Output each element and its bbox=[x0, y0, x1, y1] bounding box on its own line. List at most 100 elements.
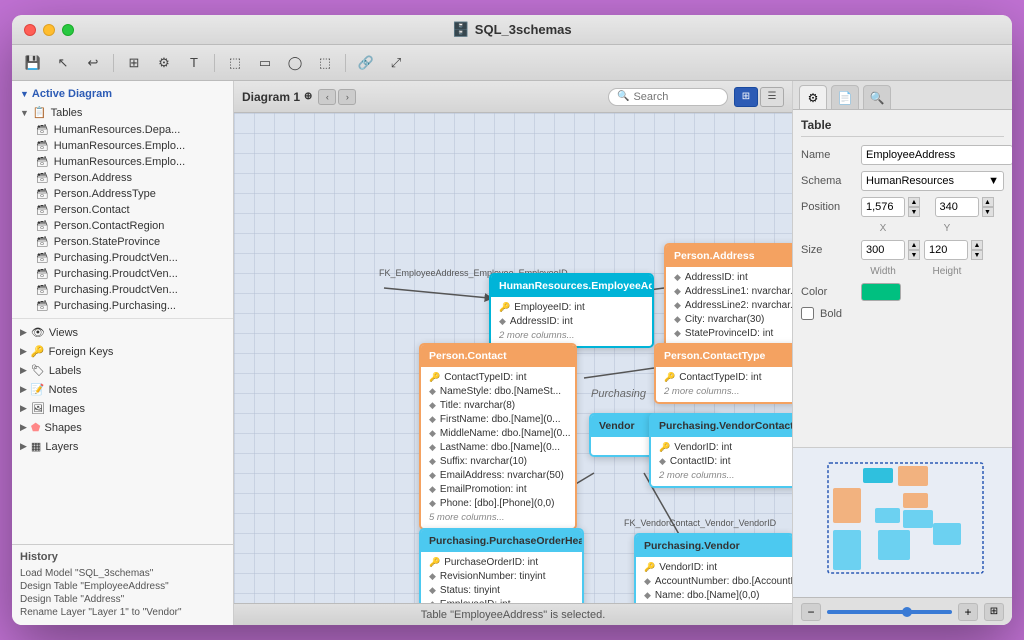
cursor-button[interactable]: ↖ bbox=[50, 51, 76, 75]
sidebar-item-purch-4[interactable]: 🗃 Purchasing.Purchasing... bbox=[12, 298, 233, 314]
table-purchase-order-header[interactable]: Purchasing.PurchaseOrderHeader 🔑Purchase… bbox=[419, 528, 584, 603]
size-sublabels: Width Height bbox=[801, 266, 1004, 277]
shape-button-1[interactable]: ⬚ bbox=[222, 51, 248, 75]
right-tab-properties[interactable]: ⚙ bbox=[799, 85, 827, 109]
table-button[interactable]: ⊞ bbox=[121, 51, 147, 75]
shape-button-3[interactable]: ◯ bbox=[282, 51, 308, 75]
size-h-up-icon[interactable]: ▲ bbox=[971, 240, 983, 250]
link-button[interactable]: 🔗 bbox=[353, 51, 379, 75]
close-button[interactable] bbox=[24, 24, 36, 36]
sidebar-item-person-address[interactable]: 🗃 Person.Address bbox=[12, 170, 233, 186]
views-arrow-icon: ▶ bbox=[20, 327, 27, 338]
prop-label-size: Size bbox=[801, 244, 857, 256]
pos-y-down-icon[interactable]: ▼ bbox=[982, 207, 994, 217]
search-input[interactable] bbox=[633, 91, 723, 103]
right-tab-3[interactable]: 🔍 bbox=[863, 85, 891, 109]
sidebar-labels-group[interactable]: ▶ 🏷 Labels bbox=[12, 361, 233, 380]
bold-checkbox[interactable] bbox=[801, 307, 814, 320]
title-icon: 🗄️ bbox=[452, 21, 469, 38]
sidebar-layers-group[interactable]: ▶ ▦ Layers bbox=[12, 437, 233, 456]
sidebar-item-purch-1[interactable]: 🗃 Purchasing.ProudctVen... bbox=[12, 250, 233, 266]
table-header-person-contacttype: Person.ContactType bbox=[656, 345, 792, 367]
pos-y-stepper[interactable]: ▲ ▼ bbox=[982, 197, 994, 217]
table-row: ◆LastName: dbo.[Name](0... bbox=[421, 440, 575, 454]
table-vendor-contact[interactable]: Purchasing.VendorContact 🔑VendorID: int … bbox=[649, 413, 792, 488]
size-w-up-icon[interactable]: ▲ bbox=[908, 240, 920, 250]
sidebar-item-hr-empl-2[interactable]: 🗃 HumanResources.Emplo... bbox=[12, 154, 233, 170]
sidebar-item-person-stateprovince[interactable]: 🗃 Person.StateProvince bbox=[12, 234, 233, 250]
table-body-purchase-order-header: 🔑PurchaseOrderID: int ◆RevisionNumber: t… bbox=[421, 552, 582, 603]
pos-y-input[interactable] bbox=[935, 197, 979, 217]
table-icon: 🗃 bbox=[36, 173, 49, 184]
diamond-icon: ◆ bbox=[429, 456, 436, 467]
sidebar-shapes-group[interactable]: ▶ ⬟ Shapes bbox=[12, 418, 233, 437]
table-person-contacttype[interactable]: Person.ContactType 🔑ContactTypeID: int 2… bbox=[654, 343, 792, 404]
table-row: ◆ContactID: int bbox=[651, 454, 792, 468]
sidebar-item-purch-2[interactable]: 🗃 Purchasing.ProudctVen... bbox=[12, 266, 233, 282]
pos-y-up-icon[interactable]: ▲ bbox=[982, 197, 994, 207]
table-employee-address[interactable]: HumanResources.EmployeeAddress 🔑Employee… bbox=[489, 273, 654, 348]
size-height-stepper[interactable]: ▲ ▼ bbox=[971, 240, 983, 260]
sidebar-item-purch-3[interactable]: 🗃 Purchasing.ProudctVen... bbox=[12, 282, 233, 298]
zoom-slider[interactable] bbox=[827, 610, 952, 614]
maximize-button[interactable] bbox=[62, 24, 74, 36]
key-icon: 🔑 bbox=[429, 557, 440, 568]
table-purchasing-vendor[interactable]: Purchasing.Vendor 🔑VendorID: int ◆Accoun… bbox=[634, 533, 792, 603]
views-label: Views bbox=[49, 327, 78, 339]
minimize-button[interactable] bbox=[43, 24, 55, 36]
shape-button-4[interactable]: ⬚ bbox=[312, 51, 338, 75]
table-person-contact[interactable]: Person.Contact 🔑ContactTypeID: int ◆Name… bbox=[419, 343, 577, 530]
right-tab-2[interactable]: 📄 bbox=[831, 85, 859, 109]
key-icon: 🔑 bbox=[499, 302, 510, 313]
text-button[interactable]: T bbox=[181, 51, 207, 75]
save-button[interactable]: 💾 bbox=[20, 51, 46, 75]
shape-button-2[interactable]: ▭ bbox=[252, 51, 278, 75]
sidebar-notes-group[interactable]: ▶ 📝 Notes bbox=[12, 380, 233, 399]
zoom-in-button[interactable]: + bbox=[958, 603, 978, 621]
grid-view-button[interactable]: ⊞ bbox=[734, 87, 758, 107]
table-row: 🔑EmployeeID: int bbox=[491, 300, 652, 314]
table-icon: 🗃 bbox=[36, 157, 49, 168]
list-view-button[interactable]: ☰ bbox=[760, 87, 784, 107]
zoom-out-button[interactable]: − bbox=[801, 603, 821, 621]
expand-button[interactable]: ⤢ bbox=[383, 51, 409, 75]
diamond-icon: ◆ bbox=[429, 400, 436, 411]
sidebar-item-hr-dept[interactable]: 🗃 HumanResources.Depa... bbox=[12, 122, 233, 138]
size-width-stepper[interactable]: ▲ ▼ bbox=[908, 240, 920, 260]
color-swatch[interactable] bbox=[861, 283, 901, 301]
undo-button[interactable]: ↩ bbox=[80, 51, 106, 75]
sidebar: ▼ Active Diagram ▼ 📋 Tables 🗃 HumanResou… bbox=[12, 81, 234, 625]
bold-label[interactable]: Bold bbox=[820, 308, 842, 320]
prop-input-name[interactable] bbox=[861, 145, 1012, 165]
sidebar-item-person-contactregion[interactable]: 🗃 Person.ContactRegion bbox=[12, 218, 233, 234]
sidebar-item-person-addresstype[interactable]: 🗃 Person.AddressType bbox=[12, 186, 233, 202]
key-icon: 🔑 bbox=[644, 562, 655, 573]
sidebar-content: ▼ Active Diagram ▼ 📋 Tables 🗃 HumanResou… bbox=[12, 81, 233, 544]
size-height-field: ▲ ▼ bbox=[924, 240, 983, 260]
sidebar-views-group[interactable]: ▶ 👁 Views bbox=[12, 323, 233, 342]
sidebar-tables-group[interactable]: ▼ 📋 Tables bbox=[12, 103, 233, 122]
zoom-slider-thumb[interactable] bbox=[902, 607, 912, 617]
sidebar-images-group[interactable]: ▶ 🖼 Images bbox=[12, 399, 233, 418]
pos-x-up-icon[interactable]: ▲ bbox=[908, 197, 920, 207]
prop-dropdown-schema[interactable]: HumanResources ▼ bbox=[861, 171, 1004, 191]
size-h-down-icon[interactable]: ▼ bbox=[971, 250, 983, 260]
sidebar-active-diagram[interactable]: ▼ Active Diagram bbox=[12, 85, 233, 103]
size-width-input[interactable] bbox=[861, 240, 905, 260]
sidebar-item-person-contact[interactable]: 🗃 Person.Contact bbox=[12, 202, 233, 218]
pos-x-down-icon[interactable]: ▼ bbox=[908, 207, 920, 217]
canvas[interactable]: FK_EmployeeAddress_Employee_EmployeeID F… bbox=[234, 113, 792, 603]
sidebar-item-hr-empl-1[interactable]: 🗃 HumanResources.Emplo... bbox=[12, 138, 233, 154]
diamond-icon: ◆ bbox=[674, 286, 681, 297]
pos-x-stepper[interactable]: ▲ ▼ bbox=[908, 197, 920, 217]
sidebar-fk-group[interactable]: ▶ 🔑 Foreign Keys bbox=[12, 342, 233, 361]
separator-1 bbox=[113, 54, 114, 72]
prev-diagram-button[interactable]: ‹ bbox=[318, 89, 336, 105]
fit-grid-button[interactable]: ⊞ bbox=[984, 603, 1004, 621]
size-w-down-icon[interactable]: ▼ bbox=[908, 250, 920, 260]
size-height-input[interactable] bbox=[924, 240, 968, 260]
next-diagram-button[interactable]: › bbox=[338, 89, 356, 105]
pos-x-input[interactable] bbox=[861, 197, 905, 217]
settings-button[interactable]: ⚙ bbox=[151, 51, 177, 75]
table-more-person-contacttype: 2 more columns... bbox=[656, 384, 792, 399]
